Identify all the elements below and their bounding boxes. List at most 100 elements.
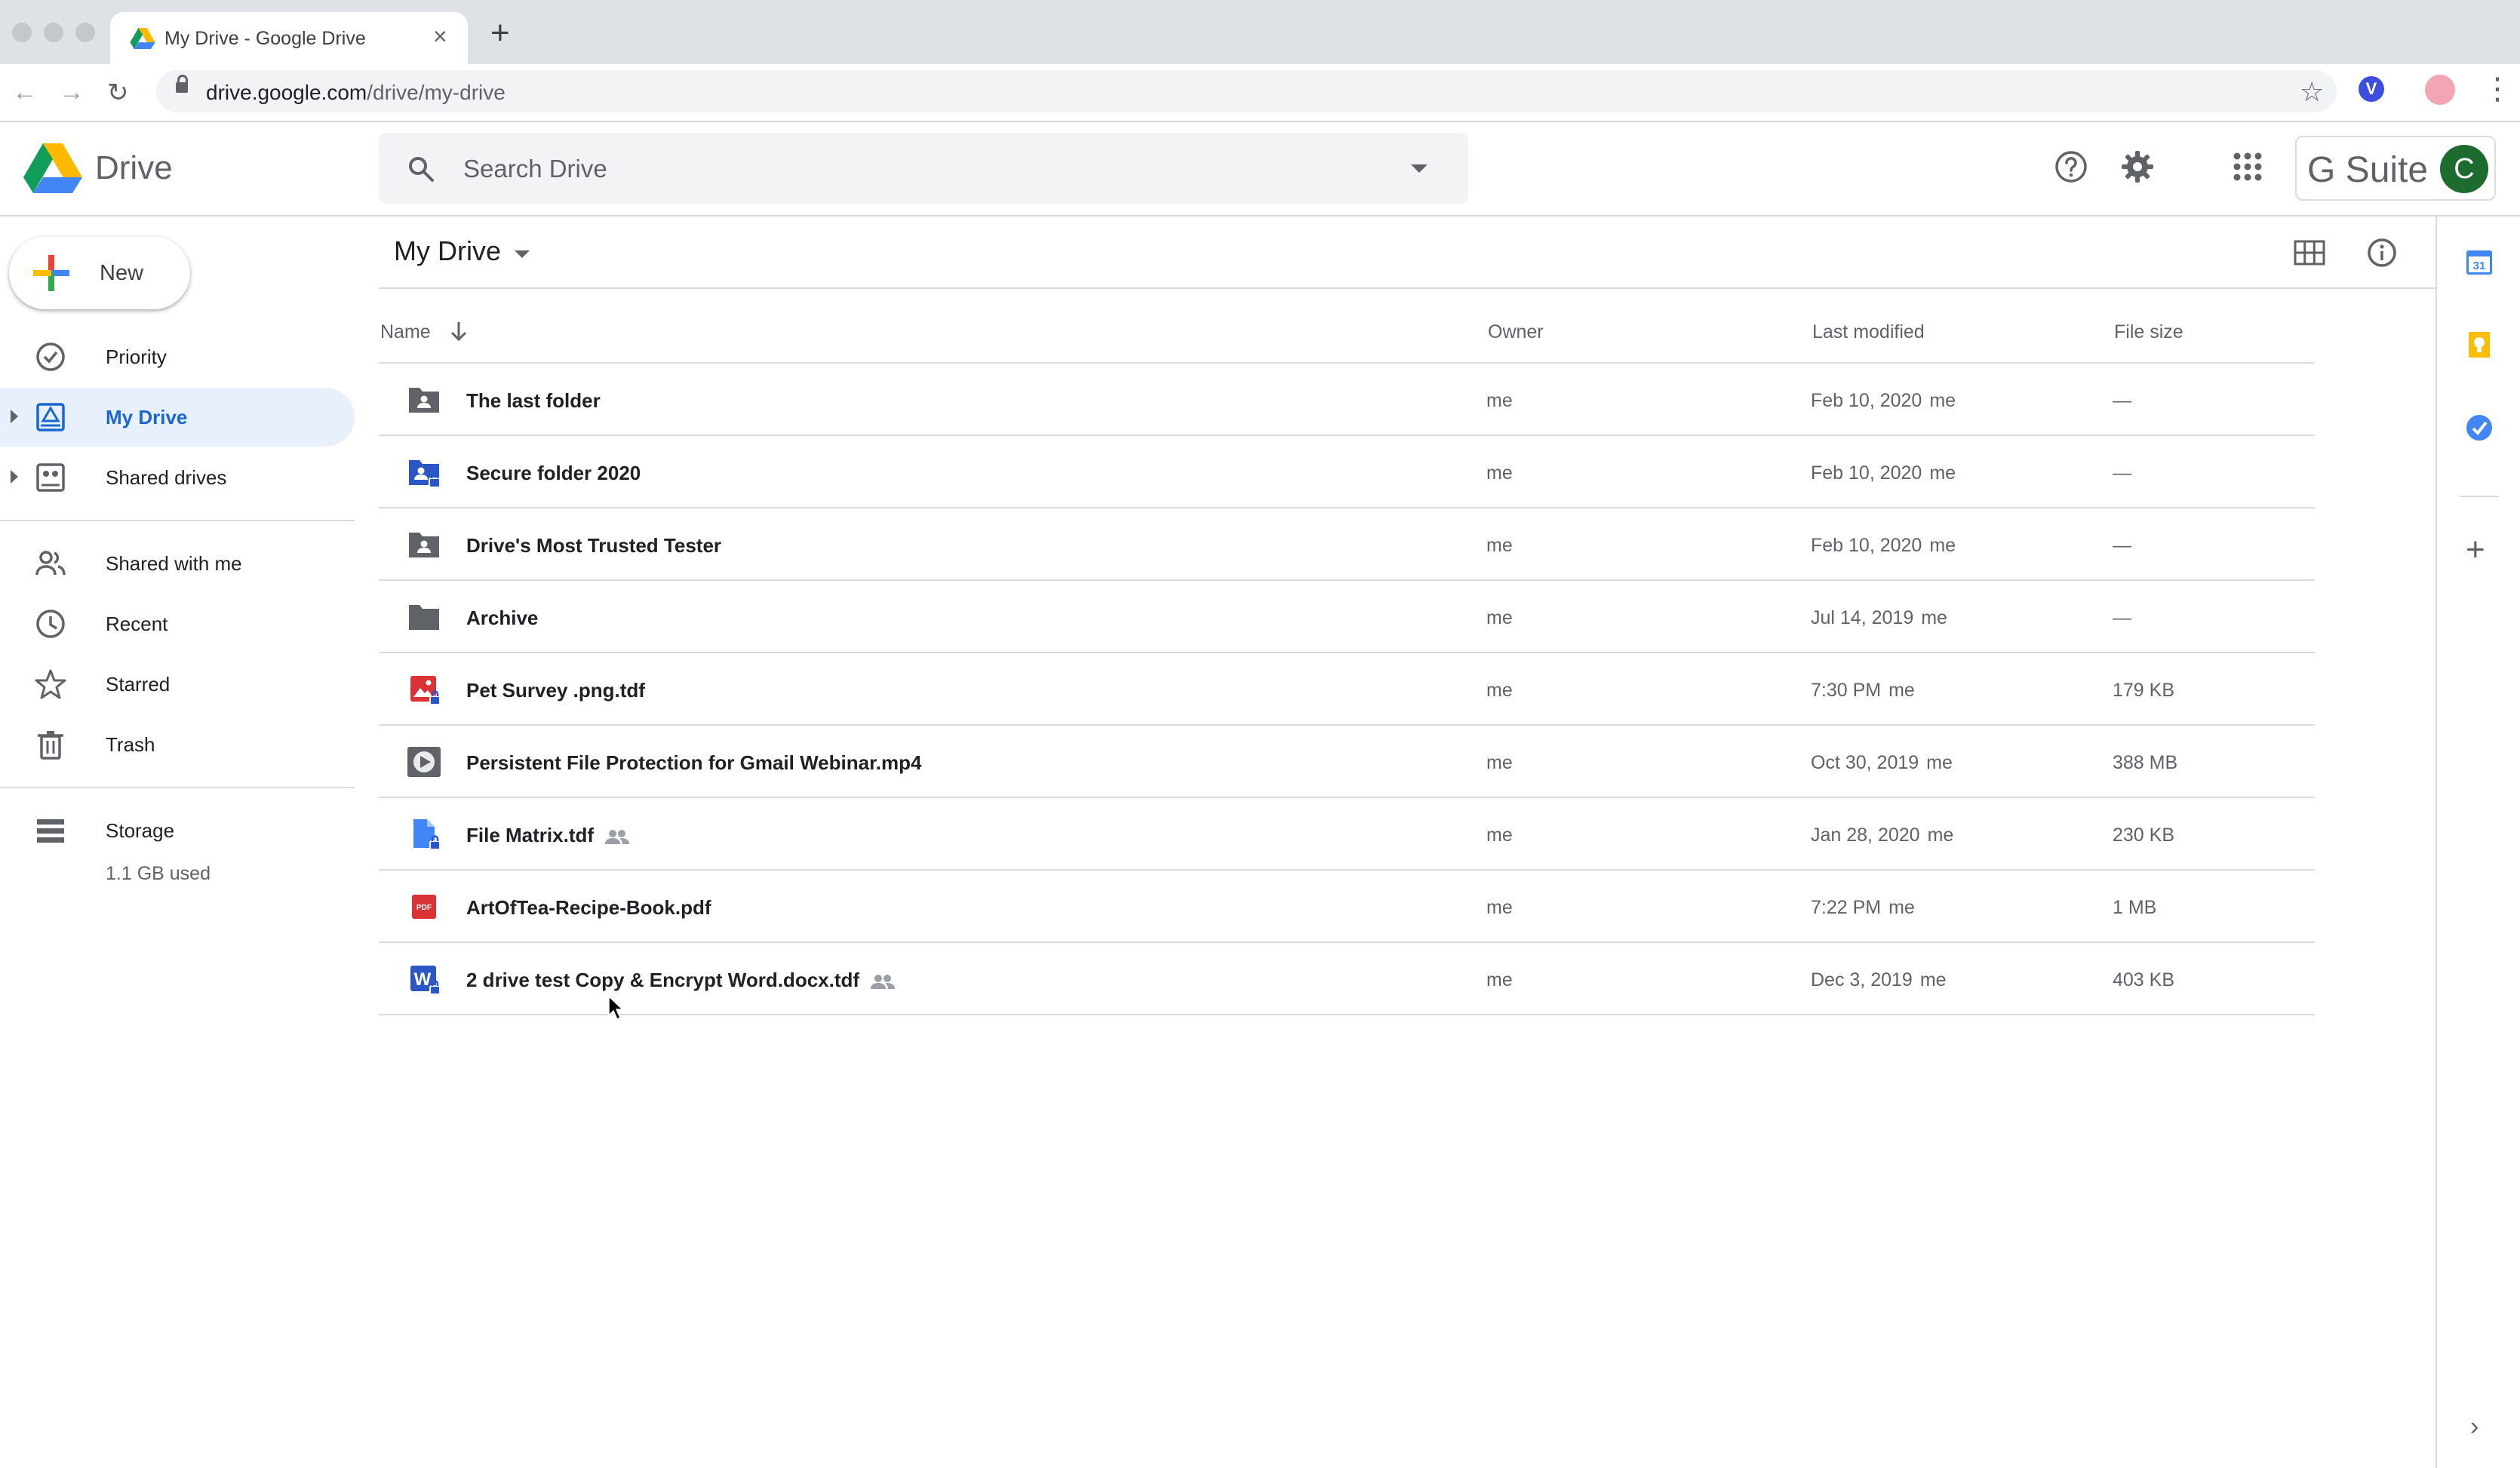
- video-file-icon: [407, 747, 441, 777]
- file-name[interactable]: Persistent File Protection for Gmail Web…: [466, 751, 921, 775]
- file-name[interactable]: The last folder: [466, 389, 601, 413]
- svg-text:W: W: [414, 969, 432, 990]
- location-dropdown-icon[interactable]: [515, 250, 530, 258]
- column-header-name[interactable]: Name: [380, 321, 431, 343]
- info-icon[interactable]: [2366, 237, 2398, 269]
- file-name[interactable]: Secure folder 2020: [466, 462, 641, 485]
- modified-date: 7:22 PM: [1811, 897, 1882, 918]
- file-size: 179 KB: [2113, 680, 2175, 701]
- address-bar[interactable]: drive.google.com/drive/my-drive: [156, 70, 2337, 112]
- apps-grid-icon[interactable]: [2230, 149, 2265, 184]
- tab-close-icon[interactable]: ×: [433, 23, 447, 51]
- file-name[interactable]: ArtOfTea-Recipe-Book.pdf: [466, 896, 711, 920]
- table-row[interactable]: PDF ArtOfTea-Recipe-Book.pdf me 7:22 PM m…: [379, 871, 2315, 943]
- sidebar-item-label: Trash: [106, 733, 155, 756]
- column-header-last-modified[interactable]: Last modified: [1812, 321, 1925, 343]
- new-tab-icon[interactable]: +: [490, 17, 510, 50]
- sidebar-item-my-drive[interactable]: My Drive: [0, 388, 355, 447]
- file-name[interactable]: Archive: [466, 607, 538, 630]
- reload-icon[interactable]: ↻: [107, 78, 129, 108]
- extension-icon[interactable]: V: [2359, 76, 2384, 102]
- back-icon[interactable]: ←: [12, 78, 38, 107]
- expand-arrow-icon[interactable]: [11, 470, 18, 484]
- grid-view-icon[interactable]: [2294, 240, 2325, 266]
- file-name[interactable]: 2 drive test Copy & Encrypt Word.docx.td…: [466, 969, 896, 992]
- calendar-icon[interactable]: 31: [2464, 247, 2494, 277]
- menu-icon[interactable]: ⋮: [2482, 72, 2512, 106]
- sidebar-item-label: Recent: [106, 613, 168, 635]
- file-owner: me: [1486, 969, 1513, 990]
- sidebar-item-label: Priority: [106, 346, 167, 368]
- help-icon[interactable]: [2054, 149, 2088, 184]
- forward-icon[interactable]: →: [59, 78, 85, 107]
- table-row[interactable]: Persistent File Protection for Gmail Web…: [379, 726, 2315, 798]
- sidebar-item-priority[interactable]: Priority: [0, 327, 355, 386]
- side-panel-divider: [2460, 496, 2499, 497]
- file-last-modified: Dec 3, 2019 me: [1811, 969, 1947, 991]
- expand-arrow-icon[interactable]: [11, 410, 18, 423]
- search-bar[interactable]: [379, 133, 1468, 204]
- tasks-icon[interactable]: [2464, 413, 2494, 443]
- modified-date: Dec 3, 2019: [1811, 969, 1913, 990]
- mouse-cursor-icon: [608, 996, 623, 1020]
- search-options-dropdown-icon[interactable]: [1411, 164, 1427, 173]
- gsuite-account-chip[interactable]: G Suite C: [2295, 136, 2496, 201]
- url-text[interactable]: drive.google.com/drive/my-drive: [206, 81, 506, 105]
- trash-icon: [38, 731, 63, 760]
- column-header-file-size[interactable]: File size: [2114, 321, 2183, 343]
- bookmark-star-icon[interactable]: ☆: [2300, 76, 2324, 108]
- table-row[interactable]: Drive's Most Trusted Tester me Feb 10, 2…: [379, 508, 2315, 581]
- location-title[interactable]: My Drive: [394, 235, 501, 267]
- column-header-owner[interactable]: Owner: [1488, 321, 1544, 343]
- product-name[interactable]: Drive: [95, 149, 173, 187]
- sidebar-item-storage[interactable]: Storage: [0, 801, 355, 860]
- file-last-modified: 7:22 PM me: [1811, 897, 1915, 919]
- window-zoom-dot[interactable]: [75, 23, 95, 42]
- sidebar-item-shared-with-me[interactable]: Shared with me: [0, 534, 355, 593]
- drive-logo-icon[interactable]: [23, 142, 83, 195]
- drive-favicon-icon: [130, 27, 155, 50]
- file-owner: me: [1486, 607, 1513, 628]
- keep-icon[interactable]: [2464, 330, 2494, 360]
- sidebar-item-recent[interactable]: Recent: [0, 594, 355, 653]
- sidebar-item-starred[interactable]: Starred: [0, 655, 355, 714]
- sort-arrow-down-icon[interactable]: [448, 320, 469, 342]
- file-name[interactable]: Pet Survey .png.tdf: [466, 679, 645, 702]
- table-row[interactable]: Secure folder 2020 me Feb 10, 2020 me —: [379, 436, 2315, 508]
- shared-drives-icon: [36, 463, 65, 492]
- settings-gear-icon[interactable]: [2120, 149, 2155, 184]
- modified-date: Jan 28, 2020: [1811, 825, 1920, 846]
- table-row[interactable]: Archive me Jul 14, 2019 me —: [379, 581, 2315, 653]
- sidebar-item-trash[interactable]: Trash: [0, 715, 355, 774]
- window-minimize-dot[interactable]: [44, 23, 63, 42]
- avatar[interactable]: C: [2440, 145, 2488, 193]
- shared-people-icon: [871, 975, 896, 990]
- file-owner: me: [1486, 680, 1513, 701]
- table-row[interactable]: Pet Survey .png.tdf me 7:30 PM me 179 KB: [379, 653, 2315, 726]
- window-close-dot[interactable]: [12, 23, 32, 42]
- file-name[interactable]: File Matrix.tdf: [466, 824, 630, 847]
- expand-panel-icon[interactable]: ›: [2470, 1412, 2479, 1442]
- modified-date: Feb 10, 2020: [1811, 462, 1922, 484]
- sidebar-item-shared-drives[interactable]: Shared drives: [0, 448, 355, 507]
- file-last-modified: Feb 10, 2020 me: [1811, 535, 1956, 557]
- file-last-modified: Jul 14, 2019 me: [1811, 607, 1947, 629]
- new-button[interactable]: New: [9, 237, 190, 309]
- search-icon[interactable]: [406, 154, 436, 184]
- file-last-modified: Feb 10, 2020 me: [1811, 390, 1956, 412]
- search-input[interactable]: [462, 148, 1370, 190]
- browser-toolbar: ← → ↻ drive.google.com/drive/my-drive ☆ …: [0, 64, 2520, 122]
- browser-tab[interactable]: My Drive - Google Drive ×: [110, 12, 468, 64]
- file-owner: me: [1486, 752, 1513, 773]
- sidebar-item-label: My Drive: [106, 406, 188, 428]
- profile-icon[interactable]: [2425, 75, 2455, 105]
- recent-icon: [36, 610, 65, 638]
- secure-word-file-icon: W: [410, 966, 441, 995]
- table-row[interactable]: File Matrix.tdf me Jan 28, 2020 me 230 KB: [379, 798, 2315, 871]
- file-name[interactable]: Drive's Most Trusted Tester: [466, 534, 721, 557]
- add-addon-icon[interactable]: +: [2466, 533, 2485, 567]
- file-size: 230 KB: [2113, 825, 2175, 846]
- table-row[interactable]: The last folder me Feb 10, 2020 me —: [379, 364, 2315, 436]
- table-row[interactable]: W 2 drive test Copy & Encrypt Word.docx.…: [379, 943, 2315, 1015]
- my-drive-icon: [36, 403, 65, 431]
